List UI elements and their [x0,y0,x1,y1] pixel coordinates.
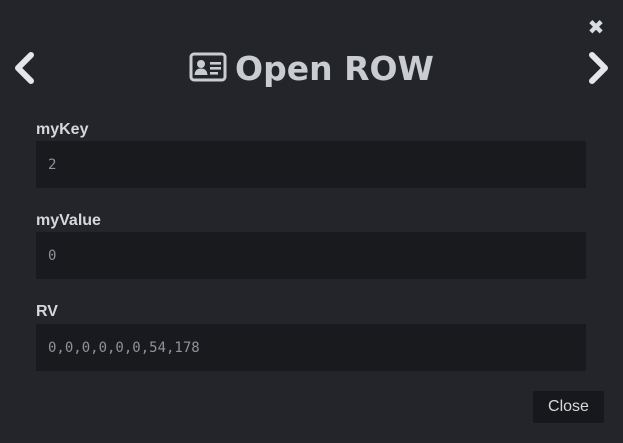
myvalue-field[interactable]: 0 [36,232,586,279]
page-title: Open ROW [235,48,434,88]
open-row-dialog: ✖ Open ROW myKey 2 myValue 0 RV 0,0,0,0,… [0,0,623,443]
rv-field[interactable]: 0,0,0,0,0,0,54,178 [36,324,586,371]
myvalue-label: myValue [36,212,101,229]
close-button[interactable]: Close [533,391,604,423]
mykey-label: myKey [36,121,89,138]
id-card-icon [189,52,227,82]
rv-label: RV [36,303,58,320]
mykey-field[interactable]: 2 [36,141,586,188]
close-icon[interactable]: ✖ [587,16,605,38]
dialog-title: Open ROW [0,46,623,90]
